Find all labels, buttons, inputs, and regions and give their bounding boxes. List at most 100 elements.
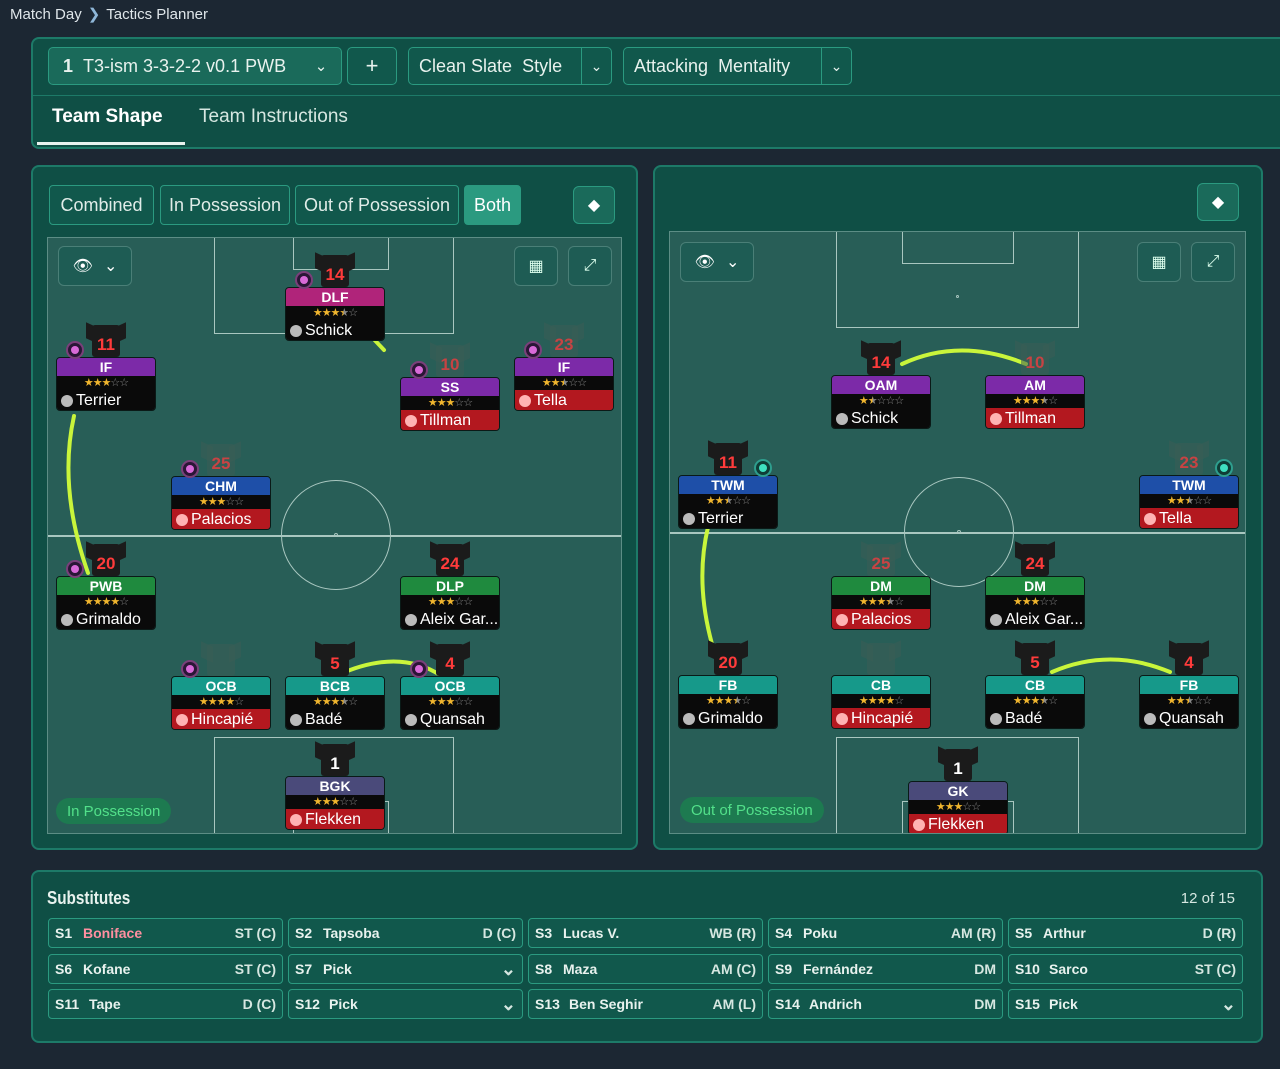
- role-label: PWB: [57, 577, 155, 595]
- role-badge: IF ★★★☆☆ Tella: [514, 357, 614, 411]
- sub-player-name: Boniface: [83, 925, 143, 941]
- role-label: OAM: [832, 376, 930, 394]
- shirt-number: 14: [325, 265, 345, 284]
- sub-slot[interactable]: S5 Arthur D (R): [1008, 918, 1243, 948]
- star-rating: ★★★★☆: [286, 695, 384, 709]
- grid-icon[interactable]: ▦: [1137, 242, 1181, 282]
- chevron-down-icon[interactable]: ⌄: [821, 48, 851, 84]
- star-rating: ★★★★☆: [986, 394, 1084, 408]
- sub-slot[interactable]: S4 Poku AM (R): [768, 918, 1003, 948]
- star-rating: ★★★☆☆: [401, 695, 499, 709]
- chevron-down-icon: ⌄: [104, 258, 118, 275]
- player-name: Quansah: [1159, 710, 1224, 727]
- sub-slot[interactable]: S3 Lucas V. WB (R): [528, 918, 763, 948]
- shirt-number: 24: [1025, 554, 1045, 573]
- star-rating: ★★★☆☆: [515, 376, 613, 390]
- star-rating: ★★★☆☆: [401, 396, 499, 410]
- phase-label: Out of Possession: [680, 797, 824, 823]
- shirt-number: 25: [211, 454, 231, 473]
- person-icon: [836, 614, 848, 626]
- breadcrumb-parent[interactable]: Match Day: [10, 6, 82, 23]
- out-of-possession-panel: ◆ 14 OAM ★★☆☆☆ Schick 10 AM ★★★★☆ Tillman 11 TWM ★…: [653, 165, 1263, 850]
- role-label: CB: [832, 676, 930, 694]
- role-label: DM: [832, 577, 930, 595]
- eye-toggle[interactable]: 👁 ⌄: [680, 242, 754, 282]
- star-rating: ★★★☆☆: [679, 494, 777, 508]
- role-badge: OAM ★★☆☆☆ Schick: [831, 375, 931, 429]
- sub-slot[interactable]: S9 Fernández DM: [768, 953, 1003, 984]
- tab-team-shape[interactable]: Team Shape: [52, 106, 163, 128]
- sub-player-name: Andrich: [809, 996, 862, 1012]
- toggle-out-of-possession[interactable]: Out of Possession: [295, 185, 459, 225]
- sub-slot[interactable]: S8 Maza AM (C): [528, 953, 763, 984]
- sub-player-name: Maza: [563, 960, 598, 977]
- person-icon: [1144, 713, 1156, 725]
- breadcrumb: Match Day ❯ Tactics Planner: [10, 5, 208, 24]
- player-name: Schick: [305, 322, 353, 339]
- shirt-number: 4: [1184, 653, 1194, 672]
- sub-slot[interactable]: S11 Tape D (C): [48, 989, 283, 1019]
- shirt-icon: 25: [861, 540, 901, 576]
- shirt-icon: 4: [430, 640, 470, 676]
- role-label: TWM: [1140, 476, 1238, 494]
- sub-slot[interactable]: S10 Sarco ST (C): [1008, 953, 1243, 984]
- sub-slot[interactable]: S1 Boniface ST (C): [48, 918, 283, 948]
- sub-slot-number: S5: [1015, 925, 1033, 941]
- person-icon: [405, 714, 417, 726]
- tab-team-instructions[interactable]: Team Instructions: [199, 106, 348, 128]
- sub-slot[interactable]: S2 Tapsoba D (C): [288, 918, 523, 948]
- pitch-icon[interactable]: ◆: [1197, 183, 1239, 221]
- tactic-selector[interactable]: 1 T3-ism 3-3-2-2 v0.1 PWB ⌄: [48, 47, 342, 85]
- shirt-number: 14: [871, 353, 891, 372]
- style-selector[interactable]: Clean Slate Style ⌄: [408, 47, 612, 85]
- player-name-row: Tillman: [986, 408, 1084, 428]
- pitch-icon[interactable]: ◆: [573, 186, 615, 224]
- mentality-selector[interactable]: Attacking Mentality ⌄: [623, 47, 852, 85]
- sub-slot[interactable]: S6 Kofane ST (C): [48, 953, 283, 984]
- sub-player-name: Poku: [803, 925, 838, 941]
- role-badge: CHM ★★★☆☆ Palacios: [171, 476, 271, 530]
- role-badge: CB ★★★★☆ Badé: [985, 675, 1085, 729]
- sub-slot[interactable]: S14 Andrich DM: [768, 989, 1003, 1019]
- shirt-number: 25: [871, 554, 891, 573]
- role-label: AM: [986, 376, 1084, 394]
- sub-slot[interactable]: S15 Pick ⌄: [1008, 989, 1243, 1019]
- sub-position: D (R): [1202, 925, 1236, 941]
- player-name-row: Schick: [832, 408, 930, 428]
- toggle-both[interactable]: Both: [464, 185, 521, 225]
- sub-slot[interactable]: S12 Pick ⌄: [288, 989, 523, 1019]
- star-rating: ★★★☆☆: [172, 495, 270, 509]
- add-tactic-button[interactable]: +: [347, 47, 397, 85]
- sub-position: WB (R): [709, 925, 756, 941]
- role-label: BCB: [286, 677, 384, 695]
- active-tab-underline: [37, 142, 185, 145]
- expand-icon[interactable]: ⤢: [1191, 242, 1235, 282]
- status-icon: [295, 271, 313, 289]
- status-icon: [410, 361, 428, 379]
- role-label: GK: [909, 782, 1007, 800]
- eye-toggle[interactable]: 👁 ⌄: [58, 246, 132, 286]
- toggle-in-possession[interactable]: In Possession: [160, 185, 290, 225]
- player-name-row: Tillman: [401, 410, 499, 430]
- role-label: DM: [986, 577, 1084, 595]
- player-name-row: Terrier: [679, 508, 777, 528]
- role-badge: FB ★★★★☆ Grimaldo: [678, 675, 778, 729]
- expand-icon[interactable]: ⤢: [568, 246, 612, 286]
- grid-icon[interactable]: ▦: [514, 246, 558, 286]
- role-label: DLF: [286, 288, 384, 306]
- status-icon: [754, 459, 772, 477]
- movement-link: [1050, 657, 1172, 674]
- player-name: Tella: [534, 392, 567, 409]
- shirt-icon: 1: [315, 740, 355, 776]
- chevron-down-icon[interactable]: ⌄: [581, 48, 611, 84]
- star-rating: ★★★★☆: [172, 695, 270, 709]
- sub-slot[interactable]: S7 Pick ⌄: [288, 953, 523, 984]
- star-rating: ★★★☆☆: [286, 795, 384, 809]
- sub-slot[interactable]: S13 Ben Seghir AM (L): [528, 989, 763, 1019]
- player-name: Grimaldo: [76, 611, 141, 628]
- sub-player-name: Arthur: [1043, 925, 1086, 941]
- toggle-combined[interactable]: Combined: [49, 185, 154, 225]
- star-rating: ★★★☆☆: [909, 800, 1007, 814]
- breadcrumb-current: Tactics Planner: [106, 5, 208, 23]
- sub-slot-number: S10: [1015, 960, 1040, 977]
